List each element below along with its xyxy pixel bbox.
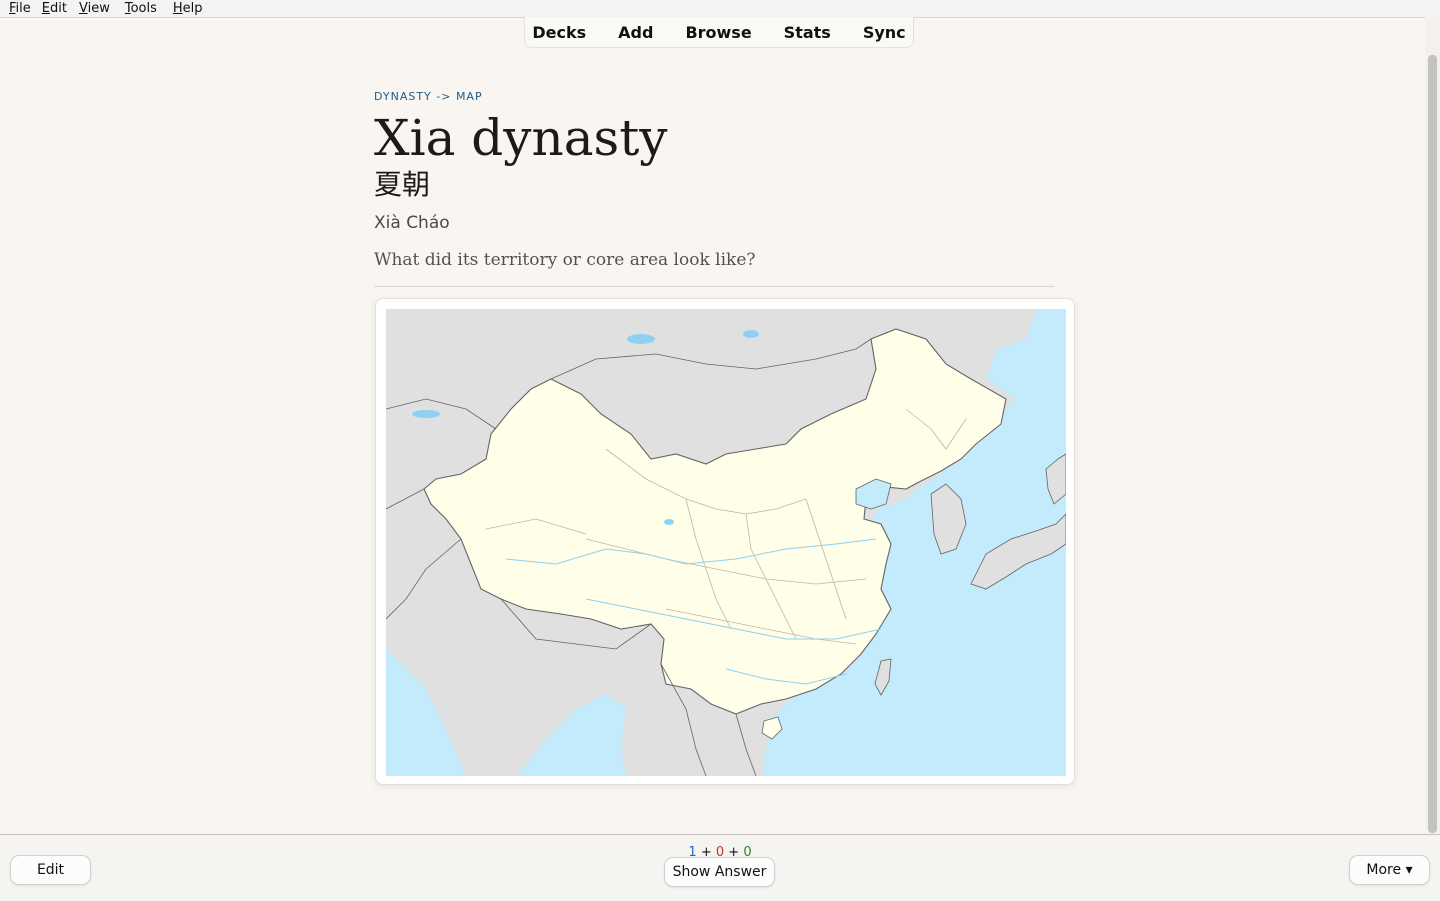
nav-browse[interactable]: Browse: [669, 23, 767, 42]
nav-decks[interactable]: Decks: [516, 23, 602, 42]
menu-help[interactable]: Help: [162, 0, 208, 17]
show-answer-button[interactable]: Show Answer: [664, 857, 775, 887]
top-nav: Decks Add Browse Stats Sync: [524, 17, 914, 48]
pinyin: Xià Cháo: [374, 213, 450, 233]
menu-view-rest: iew: [87, 1, 110, 16]
question-text: What did its territory or core area look…: [374, 250, 756, 270]
menu-view[interactable]: View: [72, 0, 115, 17]
menu-bar: File Edit View Tools Help: [0, 0, 1440, 18]
more-button[interactable]: More ▾: [1349, 855, 1430, 885]
nav-sync[interactable]: Sync: [847, 23, 922, 42]
menu-file[interactable]: File: [0, 0, 36, 17]
map-card: [375, 298, 1075, 785]
menu-edit[interactable]: Edit: [36, 0, 72, 17]
hanzi-name: 夏朝: [374, 168, 431, 201]
menu-tools-rest: ools: [130, 1, 157, 16]
china-map-image: [386, 309, 1066, 776]
scrollbar-thumb[interactable]: [1428, 55, 1437, 833]
nav-stats[interactable]: Stats: [768, 23, 847, 42]
card-title: Xia dynasty: [374, 109, 668, 167]
divider: [374, 286, 1054, 287]
breadcrumb: DYNASTY -> MAP: [374, 90, 483, 103]
menu-edit-rest: dit: [50, 1, 67, 16]
nav-add[interactable]: Add: [602, 23, 669, 42]
card-front: DYNASTY -> MAP Xia dynasty 夏朝 Xià Cháo W…: [374, 88, 1054, 287]
menu-file-rest: ile: [15, 1, 31, 16]
menu-help-rest: elp: [182, 1, 203, 16]
menu-tools[interactable]: Tools: [115, 0, 162, 17]
edit-button[interactable]: Edit: [10, 855, 91, 885]
